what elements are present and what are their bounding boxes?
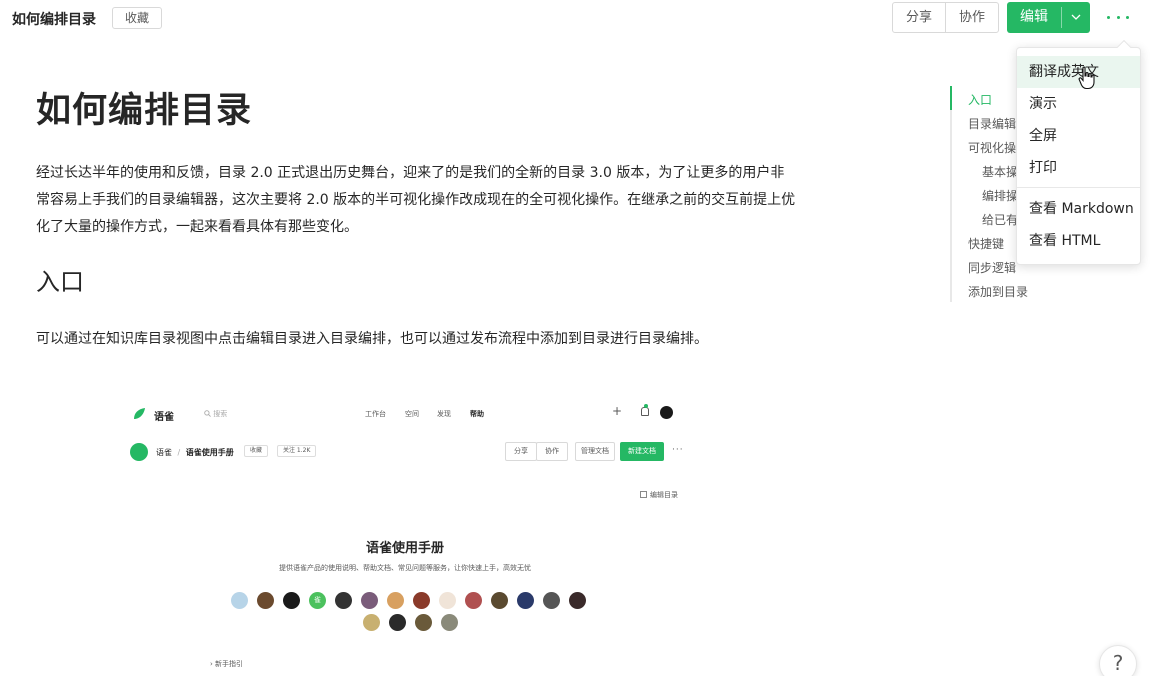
doc-header: 如何编排目录 收藏 分享 协作 编辑 xyxy=(0,0,1156,38)
embedded-guide-link: › 新手指引 xyxy=(210,660,244,668)
crumb-root: 语雀 xyxy=(156,448,172,457)
embedded-search: 搜索 xyxy=(204,409,227,419)
member-avatar xyxy=(517,592,534,609)
bell-icon xyxy=(641,407,649,416)
member-avatar xyxy=(569,592,586,609)
member-avatar xyxy=(543,592,560,609)
member-avatar xyxy=(413,592,430,609)
member-avatar xyxy=(335,592,352,609)
hand-cursor-icon xyxy=(1078,66,1095,90)
embedded-nav-workbench: 工作台 xyxy=(365,410,386,418)
toc-item-sync[interactable]: 同步逻辑 xyxy=(968,259,1016,276)
menu-divider xyxy=(1017,187,1140,188)
edit-button[interactable]: 编辑 xyxy=(1007,2,1061,33)
embedded-manage-button: 管理文档 xyxy=(575,442,615,461)
crumb-book: 语雀使用手册 xyxy=(185,448,234,457)
embedded-edit-toc-link: 编辑目录 xyxy=(640,490,678,500)
member-avatar xyxy=(361,592,378,609)
embedded-screenshot: 语雀 搜索 工作台 空间 发现 帮助 + 语雀 / 语雀使用手册 收藏 关注 1… xyxy=(120,395,690,676)
member-avatar xyxy=(387,592,404,609)
menu-arrow xyxy=(1116,39,1132,55)
embedded-edit-toc-label: 编辑目录 xyxy=(650,491,678,499)
member-avatar xyxy=(283,592,300,609)
intro-paragraph: 经过长达半年的使用和反馈，目录 2.0 正式退出历史舞台，迎来了的是我们的全新的… xyxy=(36,165,796,235)
embedded-book-title: 语雀使用手册 xyxy=(365,541,444,556)
embedded-brand: 语雀 xyxy=(154,412,174,423)
embedded-more-icon: ··· xyxy=(672,445,684,455)
more-dot-icon xyxy=(1107,15,1110,19)
embedded-nav-space: 空间 xyxy=(405,410,419,418)
toc-item-entry[interactable]: 入口 xyxy=(968,91,992,108)
embedded-breadcrumb: 语雀 / 语雀使用手册 xyxy=(156,447,234,458)
more-button[interactable] xyxy=(1104,8,1132,26)
member-avatar xyxy=(257,592,274,609)
avatar xyxy=(660,406,673,419)
doc-title: 如何编排目录 xyxy=(12,12,96,28)
edit-dropdown-button[interactable] xyxy=(1062,2,1090,33)
member-avatar xyxy=(441,614,458,631)
member-avatar xyxy=(491,592,508,609)
member-avatar xyxy=(389,614,406,631)
yuque-logo-icon xyxy=(134,408,145,419)
search-icon xyxy=(204,410,211,417)
member-avatar: 雀 xyxy=(309,592,326,609)
embedded-share-button: 分享 xyxy=(505,442,537,461)
plus-icon: + xyxy=(612,404,623,418)
embedded-collab-button: 协作 xyxy=(536,442,568,461)
member-avatar xyxy=(439,592,456,609)
menu-item-view-html[interactable]: 查看 HTML xyxy=(1017,225,1140,257)
book-logo-icon xyxy=(130,443,148,461)
section-paragraph: 可以通过在知识库目录视图中点击编辑目录进入目录编排，也可以通过发布流程中添加到目… xyxy=(36,331,708,347)
embedded-search-placeholder: 搜索 xyxy=(213,410,228,418)
embedded-nav-help: 帮助 xyxy=(470,410,484,418)
embedded-guide-label: 新手指引 xyxy=(215,660,244,668)
more-dot-icon xyxy=(1116,15,1120,19)
toc-item-add[interactable]: 添加到目录 xyxy=(968,283,1028,300)
favorite-button[interactable]: 收藏 xyxy=(112,7,162,29)
share-collab-group: 分享 协作 xyxy=(892,2,999,33)
menu-item-present[interactable]: 演示 xyxy=(1017,88,1140,120)
menu-item-view-markdown[interactable]: 查看 Markdown xyxy=(1017,193,1140,225)
embedded-new-doc-button: 新建文档 xyxy=(620,442,664,461)
edit-toc-icon xyxy=(640,491,647,498)
edit-button-group: 编辑 xyxy=(1007,2,1090,33)
more-dot-icon xyxy=(1126,15,1129,19)
crumb-sep: / xyxy=(177,448,181,457)
help-button[interactable]: ? xyxy=(1099,645,1137,676)
toc-item-existing[interactable]: 给已有 xyxy=(982,211,1018,228)
menu-item-print[interactable]: 打印 xyxy=(1017,152,1140,184)
embedded-fav-tag: 收藏 xyxy=(244,445,269,457)
share-button[interactable]: 分享 xyxy=(893,3,945,32)
member-avatar xyxy=(415,614,432,631)
embedded-nav-discover: 发现 xyxy=(437,410,451,418)
embedded-follow-tag: 关注 1.2K xyxy=(277,445,317,457)
member-avatar xyxy=(231,592,248,609)
section-heading: 入口 xyxy=(36,268,84,296)
chevron-down-icon xyxy=(1071,14,1081,20)
member-avatar xyxy=(465,592,482,609)
article-title: 如何编排目录 xyxy=(36,91,253,131)
member-avatar xyxy=(363,614,380,631)
notification-dot xyxy=(644,404,648,408)
toc-active-indicator xyxy=(950,86,952,110)
embedded-book-desc: 提供语雀产品的使用说明、帮助文档、常见问题等服务，让你快速上手，高效无忧 xyxy=(279,564,531,572)
menu-item-fullscreen[interactable]: 全屏 xyxy=(1017,120,1140,152)
collab-button[interactable]: 协作 xyxy=(945,3,998,32)
toc-item-shortcuts[interactable]: 快捷键 xyxy=(968,235,1004,252)
